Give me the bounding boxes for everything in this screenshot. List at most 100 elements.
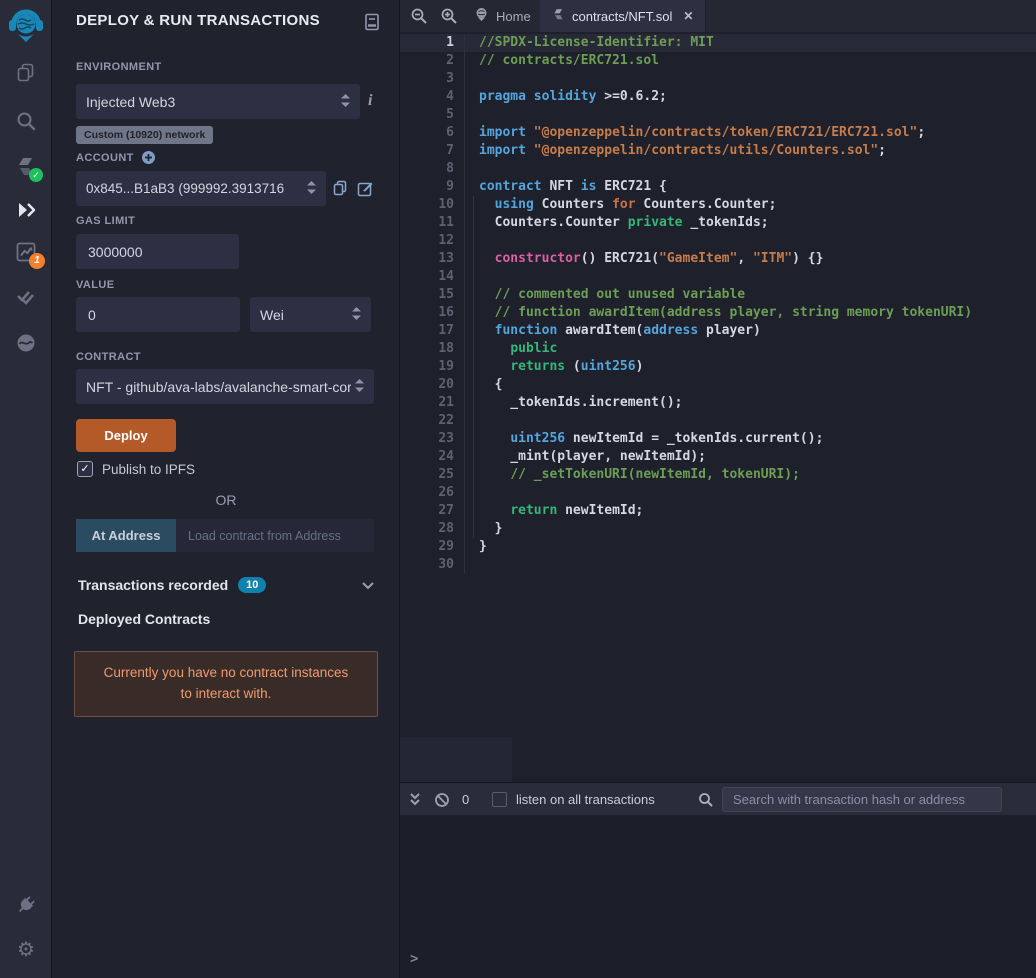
at-address-button[interactable]: At Address [76, 519, 176, 552]
code-text: // commented out unused variable [494, 287, 746, 302]
value-input[interactable] [76, 297, 240, 332]
search-icon[interactable] [15, 110, 37, 132]
panel-title: DEPLOY & RUN TRANSACTIONS [76, 12, 320, 29]
code-line-13[interactable]: 13 constructor() ERC721("GameItem", "ITM… [400, 250, 1036, 268]
gas-limit-input[interactable] [76, 234, 239, 269]
code-line-19[interactable]: 19 returns (uint256) [400, 358, 1036, 376]
line-number: 26 [400, 484, 465, 502]
clear-console-icon[interactable] [434, 783, 450, 816]
code-text: return newItemId; [510, 503, 644, 518]
code-line-4[interactable]: 4 pragma solidity >=0.6.2; [400, 88, 1036, 106]
select-stepper-icon [355, 378, 364, 395]
tab-bar: Home contracts/NFT.sol ✕ [400, 0, 1036, 32]
value-unit-select[interactable]: Wei [250, 297, 371, 332]
solidity-file-icon [552, 8, 565, 24]
code-line-16[interactable]: 16 // function awardItem(address player,… [400, 304, 1036, 322]
at-address-input[interactable] [176, 519, 374, 552]
file-explorer-icon[interactable] [15, 62, 37, 84]
remix-logo-icon[interactable] [6, 6, 46, 46]
indent-guide [473, 196, 474, 538]
code-line-25[interactable]: 25 // _setTokenURI(newItemId, tokenURI); [400, 466, 1036, 484]
code-line-15[interactable]: 15 // commented out unused variable [400, 286, 1036, 304]
code-line-9[interactable]: 9 contract NFT is ERC721 { [400, 178, 1036, 196]
deploy-run-panel: DEPLOY & RUN TRANSACTIONS ENVIRONMENT In… [52, 0, 400, 978]
value-unit: Wei [260, 306, 284, 323]
code-line-5[interactable]: 5 [400, 106, 1036, 124]
select-stepper-icon [352, 306, 361, 323]
code-editor[interactable]: 1 //SPDX-License-Identifier: MIT 2 // contr… [400, 32, 1036, 782]
code-line-20[interactable]: 20 { [400, 376, 1036, 394]
add-account-icon[interactable] [141, 150, 157, 166]
code-line-18[interactable]: 18 public [400, 340, 1036, 358]
code-line-1[interactable]: 1 //SPDX-License-Identifier: MIT [400, 34, 1036, 52]
chevron-down-icon[interactable] [362, 578, 374, 593]
zoom-in-icon[interactable] [440, 7, 458, 25]
transactions-recorded-row[interactable]: Transactions recorded 10 [78, 577, 374, 593]
publish-ipfs-checkbox[interactable] [77, 461, 93, 477]
code-text [465, 556, 479, 574]
code-line-29[interactable]: 29} [400, 538, 1036, 556]
settings-gear-icon[interactable]: ⚙ [15, 939, 37, 961]
line-number: 20 [400, 376, 465, 394]
line-number: 2 [400, 52, 465, 70]
code-text: // function awardItem(address player, st… [494, 305, 973, 320]
line-number: 28 [400, 520, 465, 538]
code-text [465, 70, 479, 88]
line-number: 24 [400, 448, 465, 466]
tab-contracts-nft-sol[interactable]: contracts/NFT.sol ✕ [540, 0, 707, 32]
compile-success-badge-icon: ✓ [29, 168, 43, 182]
code-line-14[interactable]: 14 [400, 268, 1036, 286]
line-number: 23 [400, 430, 465, 448]
copy-account-icon[interactable] [332, 180, 349, 200]
solidity-compiler-icon[interactable]: ✓ [15, 156, 43, 182]
info-icon[interactable]: i [368, 92, 372, 110]
code-line-28[interactable]: 28 } [400, 520, 1036, 538]
code-line-2[interactable]: 2 // contracts/ERC721.sol [400, 52, 1036, 70]
code-line-27[interactable]: 27 return newItemId; [400, 502, 1036, 520]
code-line-3[interactable]: 3 [400, 70, 1036, 88]
line-number: 7 [400, 142, 465, 160]
contract-label: CONTRACT [76, 351, 141, 363]
transactions-count-badge: 10 [238, 577, 267, 593]
code-line-21[interactable]: 21 _tokenIds.increment(); [400, 394, 1036, 412]
close-tab-icon[interactable]: ✕ [683, 9, 693, 23]
code-line-8[interactable]: 8 [400, 160, 1036, 178]
edit-account-icon[interactable] [357, 180, 374, 200]
code-line-11[interactable]: 11 Counters.Counter private _tokenIds; [400, 214, 1036, 232]
analytics-chart-icon[interactable]: 1 [15, 241, 45, 269]
publish-ipfs-row: Publish to IPFS [77, 461, 195, 477]
listen-transactions-checkbox[interactable] [492, 792, 507, 807]
code-text [465, 106, 479, 124]
code-line-10[interactable]: 10 using Counters for Counters.Counter; [400, 196, 1036, 214]
code-line-26[interactable]: 26 [400, 484, 1036, 502]
zoom-out-icon[interactable] [410, 7, 428, 25]
terminal-search-input[interactable] [722, 787, 1002, 812]
tab-label: Home [496, 8, 531, 24]
code-text: function awardItem(address player) [494, 323, 761, 338]
double-check-icon[interactable] [15, 286, 37, 308]
deploy-button[interactable]: Deploy [76, 419, 176, 452]
code-line-23[interactable]: 23 uint256 newItemId = _tokenIds.current… [400, 430, 1036, 448]
code-line-24[interactable]: 24 _mint(player, newItemId); [400, 448, 1036, 466]
documentation-icon[interactable] [362, 12, 382, 32]
environment-select[interactable]: Injected Web3 [76, 84, 360, 119]
expand-terminal-icon[interactable] [408, 783, 422, 816]
environment-value: Injected Web3 [86, 93, 176, 110]
no-instances-message: Currently you have no contract instances… [74, 651, 378, 717]
code-line-22[interactable]: 22 [400, 412, 1036, 430]
code-line-12[interactable]: 12 [400, 232, 1036, 250]
code-text [465, 412, 479, 430]
code-line-30[interactable]: 30 [400, 556, 1036, 574]
tab-home[interactable]: Home [462, 0, 544, 32]
plugin-manager-icon[interactable] [15, 894, 37, 916]
code-line-17[interactable]: 17 function awardItem(address player) [400, 322, 1036, 340]
contract-select[interactable]: NFT - github/ava-labs/avalanche-smart-co… [76, 369, 374, 404]
code-line-7[interactable]: 7 import "@openzeppelin/contracts/utils/C… [400, 142, 1036, 160]
deploy-and-run-icon[interactable] [15, 199, 37, 221]
code-line-6[interactable]: 6 import "@openzeppelin/contracts/token/E… [400, 124, 1036, 142]
terminal-output[interactable]: > [400, 815, 1036, 978]
account-select[interactable]: 0x845...B1aB3 (999992.3913716 [76, 171, 326, 206]
network-badge: Custom (10920) network [76, 126, 214, 144]
editor-bottom-overlay [400, 737, 512, 782]
circle-wave-icon[interactable] [15, 332, 37, 354]
